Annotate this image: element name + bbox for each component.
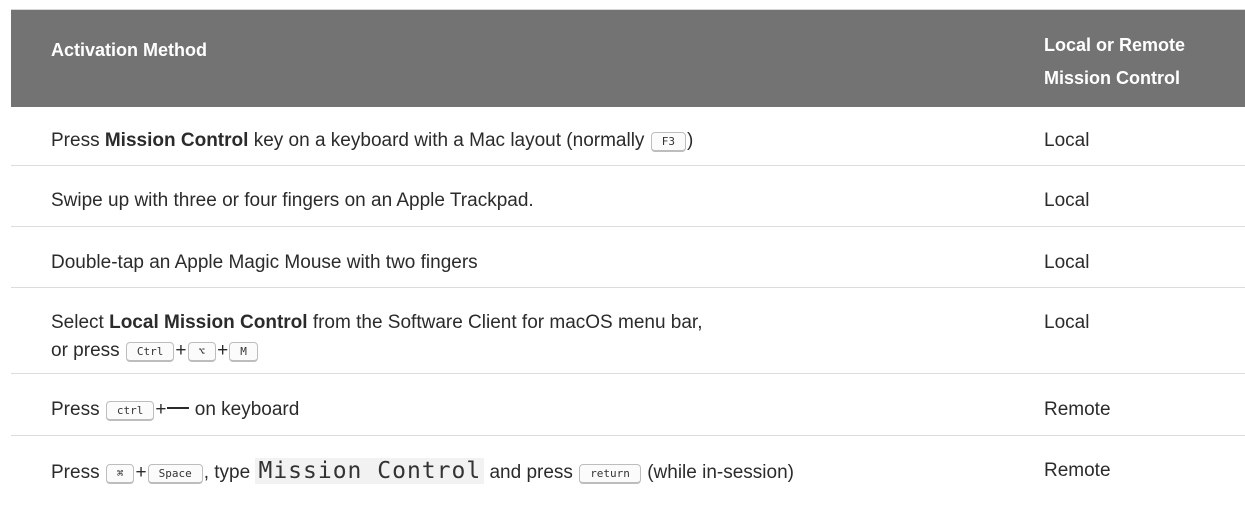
inline-code: Mission Control [255, 457, 485, 484]
method-cell: Press ctrl + on keyboard [11, 373, 1005, 436]
method-cell: Swipe up with three or four fingers on a… [11, 165, 1005, 227]
table-row: Press Mission Control key on a keyboard … [11, 107, 1245, 166]
space-key: Space [147, 463, 203, 484]
table-row: Double-tap an Apple Magic Mouse with two… [11, 226, 1245, 288]
scope-cell: Local [1005, 287, 1245, 374]
dash-key-glyph [167, 406, 190, 409]
table-row: Press ⌘ + Space, type Mission Control and … [11, 435, 1245, 496]
scope-cell: Local [1005, 165, 1245, 227]
table-row: Select Local Mission Control from the So… [11, 287, 1245, 374]
return-key: return [579, 463, 641, 484]
header-activation-method: Activation Method [11, 10, 1005, 107]
scope-cell: Remote [1044, 459, 1111, 481]
command-key: ⌘ [105, 463, 135, 484]
ctrl-key: ctrl [105, 400, 155, 421]
table-row: Swipe up with three or four fingers on a… [11, 165, 1245, 227]
scope-cell: Remote [1005, 373, 1245, 436]
scope-cell: Local [1005, 107, 1245, 166]
table-header-row: Activation Method Local or Remote Mission… [11, 10, 1245, 107]
method-cell: Select Local Mission Control from the So… [11, 287, 1005, 374]
activation-methods-table-container: Activation Method Local or Remote Mission… [11, 0, 1245, 526]
ctrl-key: Ctrl [125, 341, 175, 362]
method-cell: Press ⌘ + Space, type Mission Control and … [51, 457, 794, 484]
header-local-or-remote: Local or Remote Mission Control [1005, 10, 1245, 107]
activation-methods-table: Activation Method Local or Remote Mission… [11, 10, 1245, 496]
method-cell: Press Mission Control key on a keyboard … [11, 107, 1005, 166]
option-key: ⌥ [187, 341, 217, 362]
table-row: Press ctrl + on keyboard Remote [11, 373, 1245, 436]
scope-cell: Local [1005, 226, 1245, 288]
f3-key: F3 [650, 132, 686, 152]
m-key: M [229, 341, 258, 362]
method-cell: Double-tap an Apple Magic Mouse with two… [11, 226, 1005, 288]
